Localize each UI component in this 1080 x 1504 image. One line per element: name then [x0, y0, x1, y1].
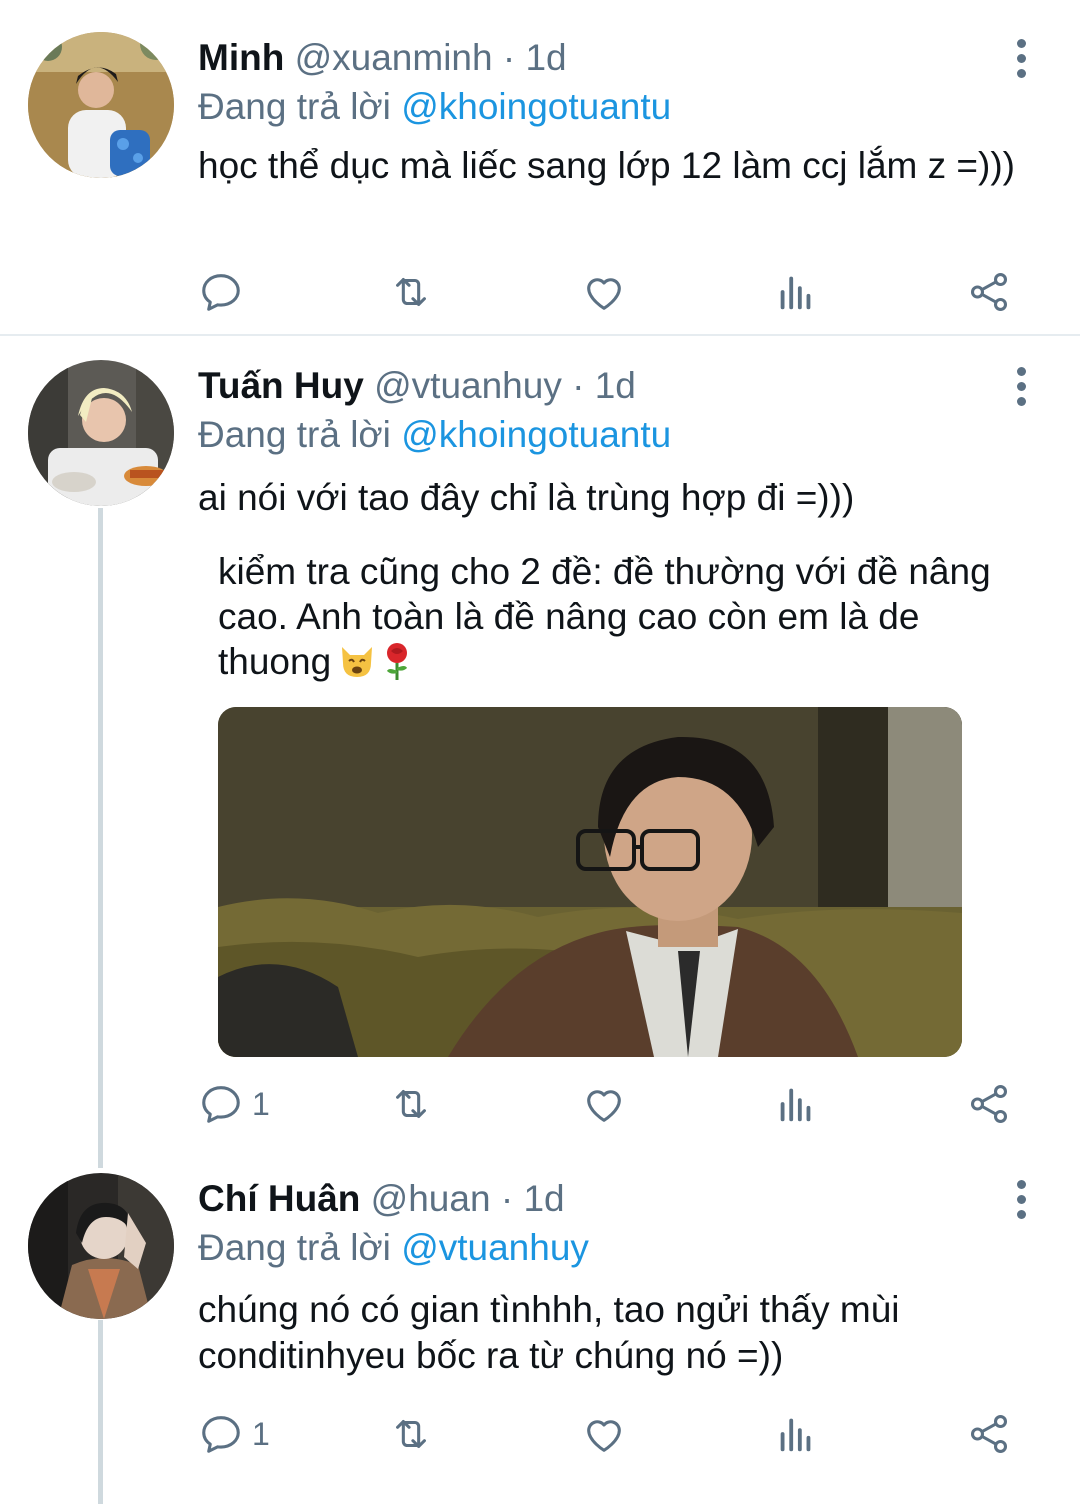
- tweet-text: học thể dục mà liếc sang lớp 12 làm ccj …: [198, 145, 1015, 186]
- reply-mention-link[interactable]: @khoingotuantu: [401, 86, 671, 127]
- tweet-thread: Minh @xuanminh · 1d Đang trả lời @khoing…: [0, 0, 1080, 1504]
- reply-button[interactable]: [198, 262, 252, 322]
- tweet-actions: [0, 262, 1080, 322]
- share-icon: [970, 273, 1008, 311]
- analytics-icon: [780, 1088, 811, 1122]
- thread-connector-line: [98, 508, 103, 1168]
- reply-icon: [202, 1416, 240, 1453]
- retweet-button[interactable]: [388, 1074, 434, 1134]
- more-icon-dot: [1016, 1209, 1026, 1219]
- like-icon: [587, 1420, 621, 1452]
- avatar[interactable]: [28, 360, 174, 506]
- analytics-button[interactable]: [773, 1404, 819, 1464]
- share-button[interactable]: [966, 1404, 1012, 1464]
- more-icon-dot: [1016, 381, 1026, 391]
- tweet-actions: 1: [0, 1404, 1080, 1464]
- quoted-text: kiểm tra cũng cho 2 đề: đề thường với đề…: [218, 549, 1018, 684]
- user-handle[interactable]: @xuanminh: [295, 37, 493, 78]
- reply-button[interactable]: 1: [198, 1074, 270, 1134]
- like-button[interactable]: [581, 262, 627, 322]
- retweet-button[interactable]: [388, 1404, 434, 1464]
- reply-mention-link[interactable]: @khoingotuantu: [401, 414, 671, 455]
- more-options-button[interactable]: [996, 1174, 1046, 1224]
- reply-count: 1: [252, 1086, 270, 1122]
- replying-to-label: Đang trả lời: [198, 1227, 391, 1268]
- tweet-header: Tuấn Huy @vtuanhuy · 1d: [198, 361, 636, 411]
- user-handle[interactable]: @vtuanhuy: [374, 365, 562, 406]
- user-handle[interactable]: @huan: [371, 1178, 491, 1219]
- tweet-header: Chí Huân @huan · 1d: [198, 1174, 565, 1224]
- timestamp[interactable]: 1d: [525, 37, 566, 78]
- more-options-button[interactable]: [996, 361, 1046, 411]
- like-button[interactable]: [581, 1074, 627, 1134]
- display-name[interactable]: Minh: [198, 37, 284, 78]
- more-icon-dot: [1016, 68, 1026, 78]
- tweet-media-image[interactable]: [218, 707, 962, 1057]
- replying-to: Đang trả lời @vtuanhuy: [198, 1223, 589, 1273]
- replying-to: Đang trả lời @khoingotuantu: [198, 82, 671, 132]
- analytics-icon: [780, 276, 811, 310]
- weary-cat-emoji-icon: [342, 647, 373, 677]
- analytics-button[interactable]: [773, 262, 819, 322]
- display-name[interactable]: Chí Huân: [198, 1178, 360, 1219]
- more-icon-dot: [1016, 396, 1026, 406]
- retweet-button[interactable]: [388, 262, 434, 322]
- share-button[interactable]: [966, 262, 1012, 322]
- share-button[interactable]: [966, 1074, 1012, 1134]
- separator-dot: ·: [572, 365, 585, 406]
- separator-dot: ·: [500, 1178, 514, 1219]
- retweet-icon: [396, 1090, 426, 1118]
- retweet-icon: [396, 1420, 426, 1448]
- display-name[interactable]: Tuấn Huy: [198, 365, 364, 406]
- tweet-actions: 1: [0, 1074, 1080, 1134]
- more-icon-dot: [1016, 53, 1026, 63]
- timestamp[interactable]: 1d: [595, 365, 636, 406]
- more-icon-dot: [1016, 1179, 1026, 1189]
- reply-count: 1: [252, 1416, 270, 1452]
- share-icon: [970, 1085, 1008, 1123]
- like-icon: [587, 278, 621, 310]
- reply-icon: [202, 274, 240, 311]
- reply-button[interactable]: 1: [198, 1404, 270, 1464]
- analytics-button[interactable]: [773, 1074, 819, 1134]
- avatar[interactable]: [28, 32, 174, 178]
- replying-to-label: Đang trả lời: [198, 86, 391, 127]
- rose-emoji-icon: [387, 643, 408, 680]
- quoted-text-content: kiểm tra cũng cho 2 đề: đề thường với đề…: [218, 551, 991, 682]
- replying-to: Đang trả lời @khoingotuantu: [198, 410, 671, 460]
- more-icon-dot: [1016, 1194, 1026, 1204]
- tweet-divider: [0, 334, 1080, 336]
- share-icon: [970, 1415, 1008, 1453]
- tweet-header: Minh @xuanminh · 1d: [198, 33, 567, 83]
- tweet-text: ai nói với tao đây chỉ là trùng hợp đi =…: [198, 477, 855, 518]
- avatar[interactable]: [28, 1173, 174, 1319]
- reply-mention-link[interactable]: @vtuanhuy: [401, 1227, 589, 1268]
- like-button[interactable]: [581, 1404, 627, 1464]
- more-icon-dot: [1016, 366, 1026, 376]
- more-icon-dot: [1016, 38, 1026, 48]
- replying-to-label: Đang trả lời: [198, 414, 391, 455]
- tweet-text: chúng nó có gian tìnhhh, tao ngửi thấy m…: [198, 1289, 900, 1376]
- separator-dot: ·: [502, 37, 516, 78]
- retweet-icon: [396, 278, 426, 306]
- like-icon: [587, 1090, 621, 1122]
- reply-icon: [202, 1086, 240, 1123]
- more-options-button[interactable]: [996, 33, 1046, 83]
- analytics-icon: [780, 1418, 811, 1452]
- timestamp[interactable]: 1d: [523, 1178, 564, 1219]
